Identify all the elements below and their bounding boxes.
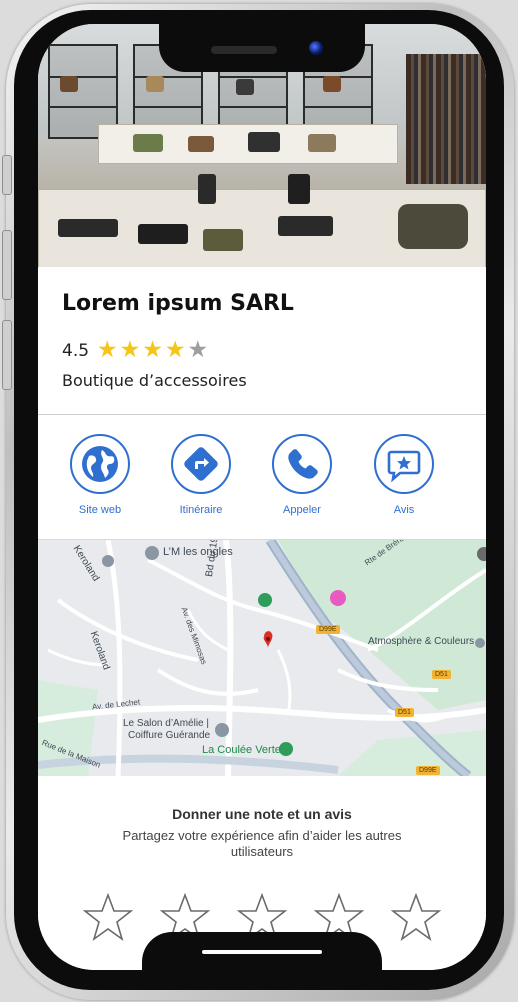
photo-item: [288, 174, 310, 204]
directions-button-circle[interactable]: [171, 434, 231, 494]
phone-screen: Lorem ipsum SARL 4.5 ★ ★ ★ ★ ★ Boutique …: [38, 24, 486, 970]
volume-up-button: [2, 230, 12, 300]
notch: [159, 24, 365, 72]
road-badge: D51: [395, 708, 414, 717]
location-map[interactable]: Keroland L’M les ongles Bd du 19 Mars 19…: [38, 540, 486, 776]
star-filled-icon: ★: [142, 337, 163, 363]
map-label-ongles: L’M les ongles: [163, 546, 233, 558]
road-badge: D51: [432, 670, 451, 679]
reviews-button[interactable]: Avis: [354, 434, 454, 516]
directions-button-label: Itinéraire: [179, 504, 223, 516]
photo-clothes-rack: [406, 54, 486, 184]
road-badge: D99E: [416, 766, 440, 775]
business-name: Lorem ipsum SARL: [62, 291, 294, 316]
photo-item: [133, 134, 163, 152]
home-indicator[interactable]: [202, 950, 322, 954]
star-empty-icon: ★: [187, 337, 209, 363]
photo-item: [188, 136, 214, 152]
phone-icon: [288, 449, 318, 479]
star-outline-icon[interactable]: [82, 892, 134, 942]
business-header: Lorem ipsum SARL 4.5 ★ ★ ★ ★ ★ Boutique …: [38, 267, 486, 415]
photo-item: [278, 216, 333, 236]
review-star-icon: [387, 450, 421, 483]
photo-bag: [146, 76, 164, 92]
rating-row[interactable]: 4.5 ★ ★ ★ ★ ★: [62, 339, 210, 362]
photo-item: [138, 224, 188, 244]
call-button-label: Appeler: [283, 504, 321, 516]
directions-icon: [184, 447, 218, 481]
map-label-coulee-verte: La Coulée Verte: [202, 744, 281, 756]
photo-item: [398, 204, 468, 249]
rating-value: 4.5: [62, 340, 90, 361]
star-filled-icon: ★: [97, 337, 118, 363]
photo-item: [203, 229, 243, 251]
website-button[interactable]: Site web: [50, 434, 150, 516]
front-camera: [309, 41, 323, 55]
reviews-button-label: Avis: [393, 504, 415, 516]
photo-bag: [236, 79, 254, 95]
review-title: Donner une note et un avis: [172, 806, 352, 822]
directions-button[interactable]: Itinéraire: [151, 434, 251, 516]
review-description: Partagez votre expérience afin d’aider l…: [122, 828, 402, 859]
call-button[interactable]: Appeler: [252, 434, 352, 516]
reviews-button-circle[interactable]: [374, 434, 434, 494]
star-filled-icon: ★: [164, 337, 186, 363]
photo-item: [308, 134, 336, 152]
photo-bag: [323, 76, 341, 92]
road-badge: D99E: [316, 625, 340, 634]
business-category: Boutique d’accessoires: [62, 371, 247, 390]
website-button-label: Site web: [78, 504, 122, 516]
action-bar: Site web Itinéraire Appeler Avis: [38, 416, 486, 540]
home-bar-area: [142, 932, 382, 970]
mute-switch: [2, 155, 12, 195]
speaker-grille: [211, 46, 277, 54]
map-label-salon: Le Salon d’Amélie |: [123, 718, 209, 729]
star-outline-icon[interactable]: [390, 892, 442, 942]
map-label-atmosphere: Atmosphère & Couleurs: [368, 636, 475, 647]
call-button-circle[interactable]: [272, 434, 332, 494]
globe-icon: [82, 446, 118, 482]
photo-item: [58, 219, 118, 237]
photo-item: [248, 132, 280, 152]
photo-bag: [60, 76, 78, 92]
volume-down-button: [2, 320, 12, 390]
website-button-circle[interactable]: [70, 434, 130, 494]
star-filled-icon: ★: [119, 337, 141, 363]
photo-item: [198, 174, 216, 204]
map-label-salon: Coiffure Guérande: [128, 730, 211, 741]
